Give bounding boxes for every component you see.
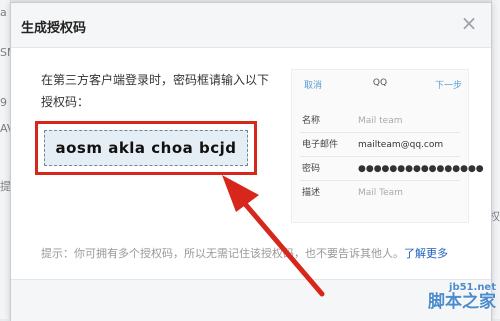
arrow-shaft xyxy=(237,195,325,297)
pointer-arrow xyxy=(222,175,325,297)
arrow-head xyxy=(222,175,259,212)
watermark: jb51.net 脚本之家 xyxy=(428,282,496,311)
watermark-name: 脚本之家 xyxy=(428,292,496,312)
